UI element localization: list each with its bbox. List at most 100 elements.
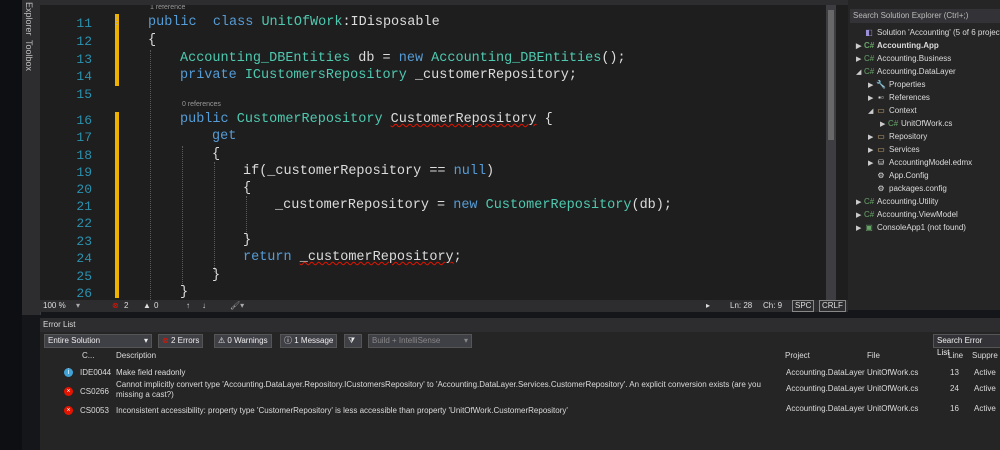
- codelens-references[interactable]: 0 references: [182, 101, 221, 108]
- error-description[interactable]: Make field readonly: [116, 368, 185, 377]
- error-code[interactable]: CS0266: [80, 387, 109, 396]
- code-line: public CustomerRepository CustomerReposi…: [180, 112, 553, 127]
- chevron-right-icon[interactable]: ▶: [868, 146, 876, 154]
- warning-count[interactable]: 0: [154, 300, 158, 312]
- cursor-column: Ch: 9: [763, 301, 783, 310]
- errors-filter-button[interactable]: ⊗ 2 Errors: [158, 334, 204, 348]
- tab-toolbox[interactable]: Toolbox: [24, 40, 34, 71]
- chevron-right-icon[interactable]: ▶: [868, 159, 876, 167]
- tree-item-project[interactable]: ▶ C# Accounting.Utility: [856, 197, 938, 206]
- error-line[interactable]: 13: [950, 368, 959, 377]
- tree-item-folder[interactable]: ▶ ▭ Repository: [868, 132, 927, 141]
- code-text: ): [486, 164, 495, 179]
- build-filter-value: Build + IntelliSense: [372, 336, 441, 345]
- chevron-right-icon[interactable]: ▶: [856, 42, 864, 50]
- tree-item-file[interactable]: ▶ C# UnitOfWork.cs: [880, 119, 952, 128]
- line-endings[interactable]: CRLF: [819, 300, 846, 312]
- tree-item-folder[interactable]: ▶ ▭ Services: [868, 145, 920, 154]
- tree-item-project[interactable]: ▶ ▣ ConsoleApp1 (not found): [856, 223, 966, 232]
- error-code[interactable]: IDE0044: [80, 368, 111, 377]
- error-icon[interactable]: ⊗: [112, 300, 119, 312]
- code-text: if(_customerRepository ==: [243, 164, 454, 179]
- error-project[interactable]: Accounting.DataLayer: [786, 368, 865, 377]
- scrollbar-thumb[interactable]: [828, 10, 834, 140]
- tree-item-label: ConsoleApp1 (not found): [877, 223, 966, 232]
- error-project[interactable]: Accounting.DataLayer: [786, 404, 865, 413]
- column-header-code[interactable]: C...: [82, 351, 94, 360]
- code-type: CustomerRepository: [485, 198, 632, 213]
- warnings-filter-button[interactable]: ⚠ 0 Warnings: [214, 334, 272, 348]
- error-line[interactable]: 24: [950, 384, 959, 393]
- error-line[interactable]: 16: [950, 404, 959, 413]
- chevron-right-icon[interactable]: ▶: [856, 211, 864, 219]
- tree-item-label: Solution 'Accounting' (5 of 6 projects): [877, 28, 1000, 37]
- chevron-down-icon[interactable]: ◢: [856, 68, 864, 76]
- code-type: Accounting_DBEntities: [180, 51, 351, 66]
- chevron-right-icon[interactable]: ▶: [868, 81, 876, 89]
- tree-item-folder[interactable]: ◢ ▭ Context: [868, 106, 917, 115]
- error-project[interactable]: Accounting.DataLayer: [786, 384, 865, 393]
- config-icon: ⚙: [877, 171, 885, 180]
- code-cleanup-icon[interactable]: 🖌▾: [230, 300, 244, 312]
- chevron-right-icon[interactable]: ▶: [856, 224, 864, 232]
- chevron-right-icon[interactable]: ▶: [868, 133, 876, 141]
- chevron-right-icon[interactable]: ▶: [856, 198, 864, 206]
- code-text: _customerRepository;: [406, 68, 577, 83]
- tree-item-label: App.Config: [889, 171, 929, 180]
- error-count[interactable]: 2: [124, 300, 128, 312]
- tree-item-file[interactable]: ▶ ⛁ AccountingModel.edmx: [868, 158, 972, 167]
- tree-item-project[interactable]: ◢ C# Accounting.DataLayer: [856, 67, 956, 76]
- zoom-level[interactable]: 100 %: [43, 300, 66, 312]
- error-suppression: Active: [974, 384, 996, 393]
- tab-explorer[interactable]: Explorer: [24, 2, 34, 36]
- error-description[interactable]: Inconsistent accessibility: property typ…: [116, 406, 568, 415]
- codelens-references[interactable]: 1 reference: [150, 4, 185, 11]
- scope-value: Entire Solution: [48, 336, 101, 345]
- navigate-up-icon[interactable]: ↑: [186, 300, 190, 312]
- column-header-project[interactable]: Project: [785, 351, 810, 360]
- error-file[interactable]: UnitOfWork.cs: [867, 404, 918, 413]
- tree-item-properties[interactable]: ▶ 🔧 Properties: [868, 80, 925, 89]
- column-header-suppression[interactable]: Suppre: [972, 351, 998, 360]
- tree-item-file[interactable]: ⚙ App.Config: [876, 171, 929, 180]
- line-number: 21: [76, 199, 92, 214]
- chevron-down-icon[interactable]: ◢: [868, 107, 876, 115]
- chevron-right-icon[interactable]: ▶: [868, 94, 876, 102]
- line-number: 13: [76, 52, 92, 67]
- column-header-file[interactable]: File: [867, 351, 880, 360]
- code-line: Accounting_DBEntities db = new Accountin…: [180, 51, 626, 66]
- column-header-line[interactable]: Line: [948, 351, 963, 360]
- line-number: 12: [76, 34, 92, 49]
- code-text: _customerRepository =: [275, 198, 454, 213]
- tree-item-project[interactable]: ▶ C# Accounting.ViewModel: [856, 210, 958, 219]
- error-file[interactable]: UnitOfWork.cs: [867, 368, 918, 377]
- tree-item-project[interactable]: ▶ C# Accounting.App: [856, 41, 939, 50]
- navigate-down-icon[interactable]: ↓: [202, 300, 206, 312]
- chevron-right-icon[interactable]: ▶: [880, 120, 888, 128]
- code-keyword: private: [180, 68, 237, 83]
- messages-filter-button[interactable]: ⓘ 1 Message: [280, 334, 338, 348]
- tree-item-file[interactable]: ⚙ packages.config: [876, 184, 946, 193]
- error-code[interactable]: CS0053: [80, 406, 109, 415]
- scroll-right-icon[interactable]: ▸: [706, 300, 710, 312]
- tree-item-references[interactable]: ▶ ▪▫ References: [868, 93, 930, 102]
- messages-filter-label: 1 Message: [294, 336, 334, 345]
- solution-search-input[interactable]: Search Solution Explorer (Ctrl+;): [850, 9, 1000, 23]
- chevron-down-icon[interactable]: ▾: [76, 300, 80, 312]
- tree-item-solution[interactable]: ◧ Solution 'Accounting' (5 of 6 projects): [864, 28, 1000, 37]
- filter-icon[interactable]: ⧩: [344, 334, 362, 348]
- error-search-input[interactable]: Search Error List: [933, 334, 1000, 357]
- tree-item-project[interactable]: ▶ C# Accounting.Business: [856, 54, 951, 63]
- warning-icon[interactable]: ▲: [143, 300, 151, 312]
- error-description[interactable]: Cannot implicitly convert type 'Accounti…: [116, 380, 776, 400]
- whitespace-mode[interactable]: SPC: [792, 300, 815, 312]
- chevron-right-icon[interactable]: ▶: [856, 55, 864, 63]
- solution-icon: ◧: [865, 28, 873, 37]
- code-editor[interactable]: ⋮ 1 reference 0 references 11 public cla…: [40, 0, 848, 300]
- column-header-description[interactable]: Description: [116, 351, 156, 360]
- scope-dropdown[interactable]: Entire Solution ▾: [44, 334, 152, 348]
- code-text: :IDisposable: [342, 15, 440, 30]
- build-filter-dropdown[interactable]: Build + IntelliSense ▾: [368, 334, 472, 348]
- code-line: {: [148, 33, 157, 48]
- error-file[interactable]: UnitOfWork.cs: [867, 384, 918, 393]
